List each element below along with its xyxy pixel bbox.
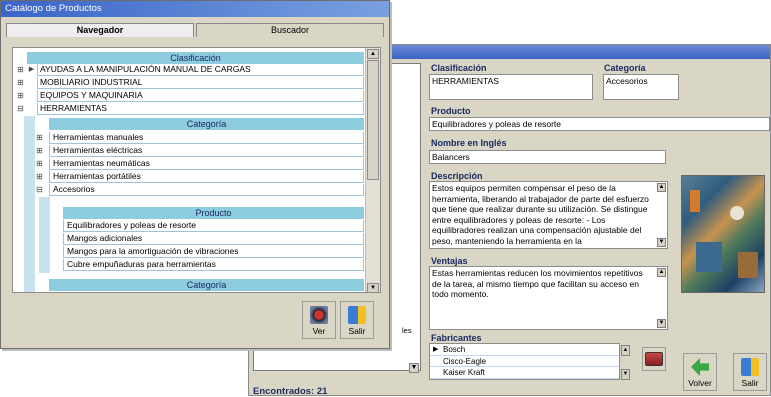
ingles-label: Nombre en Inglés bbox=[431, 138, 507, 148]
ventajas-text: Estas herramientas reducen los movimient… bbox=[432, 268, 643, 299]
descripcion-scroll-up[interactable]: ▲ bbox=[657, 183, 666, 192]
expand-icon[interactable]: ⊞ bbox=[16, 64, 25, 75]
fabricantes-scroll-down[interactable]: ▼ bbox=[621, 369, 630, 380]
producto-header: Producto bbox=[63, 207, 364, 219]
back-arrow-icon bbox=[691, 358, 709, 376]
ventajas-label: Ventajas bbox=[431, 256, 468, 266]
ver-label: Ver bbox=[312, 326, 326, 336]
collapse-icon[interactable]: ⊟ bbox=[35, 184, 44, 195]
fabricantes-label: Fabricantes bbox=[431, 333, 482, 343]
collapse-icon[interactable]: ⊟ bbox=[16, 103, 25, 114]
fabricante-row[interactable]: Kaiser Kraft bbox=[430, 367, 619, 379]
tab-buscador[interactable]: Buscador bbox=[196, 23, 384, 37]
categoria-header-2: Categoría bbox=[49, 279, 364, 291]
descripcion-text: Estos equipos permiten compensar el peso… bbox=[432, 183, 649, 246]
categoria-item[interactable]: Herramientas portátiles bbox=[49, 171, 364, 183]
tree-scroll-up[interactable]: ▲ bbox=[367, 49, 379, 59]
descripcion-label: Descripción bbox=[431, 171, 483, 181]
fabricante-row[interactable]: ▶ Bosch bbox=[430, 344, 619, 356]
eye-icon bbox=[310, 306, 328, 324]
categoria-label: Categoría bbox=[604, 63, 646, 73]
tree-scrollbar[interactable]: ▲ ▼ bbox=[365, 48, 380, 292]
eye-icon bbox=[645, 352, 663, 366]
catalog-tabs: Navegador Buscador bbox=[6, 23, 386, 37]
expand-icon[interactable]: ⊞ bbox=[16, 90, 25, 101]
clasificacion-header: Clasificación bbox=[27, 52, 364, 64]
producto-item[interactable]: Cubre empuñaduras para herramientas bbox=[63, 259, 364, 271]
fabricantes-scroll-up[interactable]: ▲ bbox=[621, 345, 630, 356]
tab-navegador[interactable]: Navegador bbox=[6, 23, 194, 37]
producto-field[interactable]: Equilibradores y poleas de resorte bbox=[429, 117, 770, 131]
ver-button[interactable]: Ver bbox=[302, 301, 336, 339]
found-count: Encontrados: 21 bbox=[253, 386, 328, 397]
salir-button[interactable]: Salir bbox=[340, 301, 374, 339]
ventajas-scroll-down[interactable]: ▼ bbox=[657, 319, 666, 328]
indent-strip bbox=[24, 116, 35, 292]
navigator-tree[interactable]: Clasificación ⊞ ▶ AYUDAS A LA MANIPULACI… bbox=[12, 47, 381, 293]
ventajas-textarea[interactable]: Estas herramientas reducen los movimient… bbox=[429, 266, 668, 330]
ventajas-scroll-up[interactable]: ▲ bbox=[657, 268, 666, 277]
tree-scroll-down[interactable]: ▼ bbox=[367, 283, 379, 292]
expand-icon[interactable]: ⊞ bbox=[35, 158, 44, 169]
catalog-window: Catálogo de Productos Navegador Buscador… bbox=[0, 0, 390, 349]
ver-fabricante-button[interactable] bbox=[642, 347, 666, 371]
descripcion-scroll-down[interactable]: ▼ bbox=[657, 238, 666, 247]
fabricantes-list[interactable]: ▶ Bosch Cisco-Eagle Kaiser Kraft bbox=[429, 343, 620, 380]
salir-label: Salir bbox=[741, 378, 759, 388]
producto-item[interactable]: Equilibradores y poleas de resorte bbox=[63, 220, 364, 232]
producto-item[interactable]: Mangos adicionales bbox=[63, 233, 364, 245]
producto-label: Producto bbox=[431, 106, 471, 116]
row-pointer-icon: ▶ bbox=[433, 346, 439, 353]
clasificacion-item[interactable]: EQUIPOS Y MAQUINARIA bbox=[37, 90, 364, 102]
exit-door-icon bbox=[741, 358, 759, 376]
clasificacion-label: Clasificación bbox=[431, 63, 487, 73]
categoria-item[interactable]: Herramientas eléctricas bbox=[49, 145, 364, 157]
descripcion-textarea[interactable]: Estos equipos permiten compensar el peso… bbox=[429, 181, 668, 249]
salir-button[interactable]: Salir bbox=[733, 353, 767, 391]
expand-icon[interactable]: ⊞ bbox=[16, 77, 25, 88]
clasificacion-field[interactable]: HERRAMIENTAS bbox=[429, 74, 593, 100]
clasificacion-item[interactable]: HERRAMIENTAS bbox=[37, 103, 364, 115]
fabricante-name: Bosch bbox=[443, 345, 466, 354]
fabricante-name: Cisco-Eagle bbox=[443, 356, 487, 366]
indent-strip bbox=[39, 197, 50, 273]
tree-scroll-thumb[interactable] bbox=[367, 60, 379, 180]
ingles-field[interactable]: Balancers bbox=[429, 150, 666, 164]
row-pointer-icon: ▶ bbox=[28, 66, 35, 73]
categoria-item[interactable]: Herramientas manuales bbox=[49, 132, 364, 144]
catalog-titlebar: Catálogo de Productos bbox=[1, 1, 389, 17]
categoria-item[interactable]: Herramientas neumáticas bbox=[49, 158, 364, 170]
volver-label: Volver bbox=[688, 378, 712, 388]
categoria-field[interactable]: Accesorios bbox=[603, 74, 679, 100]
categoria-header: Categoría bbox=[49, 118, 364, 130]
expand-icon[interactable]: ⊞ bbox=[35, 132, 44, 143]
expand-icon[interactable]: ⊞ bbox=[35, 171, 44, 182]
results-scroll-down[interactable]: ▼ bbox=[409, 363, 419, 373]
fabricante-name: Kaiser Kraft bbox=[443, 368, 485, 377]
results-fragment-text: les bbox=[402, 326, 412, 335]
fabricante-row[interactable]: Cisco-Eagle bbox=[430, 356, 619, 367]
volver-button[interactable]: Volver bbox=[683, 353, 717, 391]
exit-door-icon bbox=[348, 306, 366, 324]
clasificacion-item[interactable]: MOBILIARIO INDUSTRIAL bbox=[37, 77, 364, 89]
clasificacion-item[interactable]: AYUDAS A LA MANIPULACIÓN MANUAL DE CARGA… bbox=[37, 64, 364, 76]
salir-label: Salir bbox=[348, 326, 366, 336]
product-image bbox=[681, 175, 765, 293]
producto-item[interactable]: Mangos para la amortiguación de vibracio… bbox=[63, 246, 364, 258]
categoria-item[interactable]: Accesorios bbox=[49, 184, 364, 196]
expand-icon[interactable]: ⊞ bbox=[35, 145, 44, 156]
